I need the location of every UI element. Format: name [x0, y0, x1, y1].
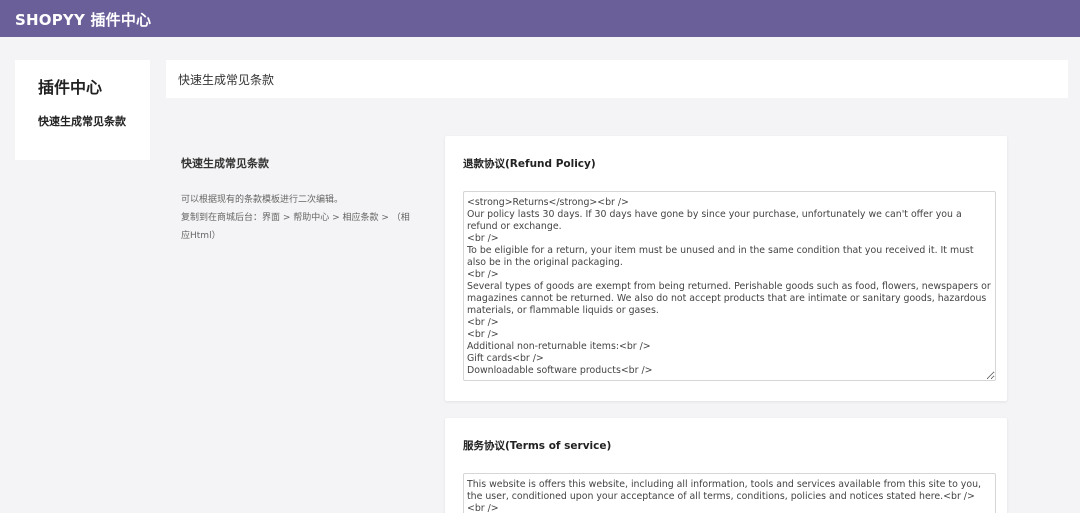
page-header: 快速生成常见条款: [166, 60, 1068, 98]
terms-of-service-card: 服务协议(Terms of service) This website is o…: [445, 418, 1007, 513]
sidebar: 插件中心 快速生成常见条款: [15, 60, 150, 160]
info-line: 可以根据现有的条款模板进行二次编辑。: [181, 195, 344, 205]
page-title: 快速生成常见条款: [178, 73, 275, 87]
info-line: 应Html）: [181, 231, 221, 241]
brand-logo-text[interactable]: SHOPYY 插件中心: [15, 9, 151, 30]
info-title: 快速生成常见条款: [181, 157, 269, 170]
info-panel: 快速生成常见条款 可以根据现有的条款模板进行二次编辑。 复制到在商城后台：界面 …: [181, 155, 411, 245]
refund-policy-textarea[interactable]: <strong>Returns</strong><br /> Our polic…: [463, 191, 996, 381]
refund-policy-card: 退款协议(Refund Policy) <strong>Returns</str…: [445, 136, 1007, 401]
terms-of-service-title: 服务协议(Terms of service): [463, 440, 612, 452]
refund-policy-title: 退款协议(Refund Policy): [463, 158, 596, 170]
info-line: 复制到在商城后台：界面 > 帮助中心 > 相应条款 > （相: [181, 213, 410, 223]
terms-of-service-textarea[interactable]: This website is offers this website, inc…: [463, 473, 996, 513]
sidebar-title: 插件中心: [38, 78, 103, 97]
top-bar: SHOPYY 插件中心: [0, 0, 1080, 37]
sidebar-item-quick-terms[interactable]: 快速生成常见条款: [38, 113, 126, 129]
